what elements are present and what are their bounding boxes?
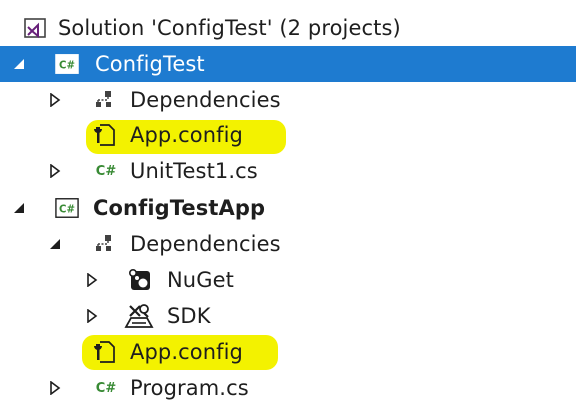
- csharp-file-icon: C#: [92, 376, 120, 400]
- dependencies-icon: [92, 88, 116, 112]
- dependencies-label: Dependencies: [130, 232, 281, 256]
- project-name: ConfigTest: [95, 52, 205, 76]
- csharp-file-icon: C#: [92, 159, 120, 183]
- solution-node[interactable]: Solution 'ConfigTest' (2 projects): [0, 10, 576, 46]
- solution-label: Solution 'ConfigTest' (2 projects): [58, 16, 401, 40]
- dependencies-label: Dependencies: [130, 88, 281, 112]
- sdk-icon: [124, 304, 154, 328]
- nuget-icon: [128, 268, 152, 292]
- csharp-file-icon-glyph: C#: [95, 380, 117, 396]
- unittest-file-node[interactable]: C# UnitTest1.cs: [0, 153, 576, 189]
- csharp-project-icon-badge: C#: [59, 205, 75, 216]
- visual-studio-solution-icon: [23, 16, 47, 40]
- solution-explorer-tree: Solution 'ConfigTest' (2 projects) C# Co…: [0, 0, 576, 416]
- project-node-configtest[interactable]: C# ConfigTest: [0, 46, 576, 82]
- program-file-node[interactable]: C# Program.cs: [0, 370, 576, 406]
- nuget-node[interactable]: NuGet: [0, 262, 576, 298]
- unittest-label: UnitTest1.cs: [130, 159, 258, 183]
- sdk-label: SDK: [167, 304, 211, 328]
- collapsed-arrow-icon[interactable]: [46, 379, 64, 397]
- collapsed-arrow-icon[interactable]: [46, 91, 64, 109]
- collapsed-arrow-icon[interactable]: [46, 162, 64, 180]
- app-config-node[interactable]: App.config: [0, 117, 576, 154]
- csharp-project-icon: C#: [55, 52, 79, 76]
- expanded-arrow-icon[interactable]: [10, 199, 28, 217]
- sdk-node[interactable]: SDK: [0, 298, 576, 334]
- project-name: ConfigTestApp: [93, 196, 266, 220]
- config-file-icon: [92, 123, 116, 147]
- csharp-project-icon-badge: C#: [59, 61, 75, 72]
- project-node-configtestapp[interactable]: C# ConfigTestApp: [0, 190, 576, 226]
- program-label: Program.cs: [130, 376, 249, 400]
- collapsed-arrow-icon[interactable]: [83, 271, 101, 289]
- expanded-arrow-icon[interactable]: [10, 55, 28, 73]
- csharp-project-icon: C#: [55, 196, 79, 220]
- app-config-label: App.config: [130, 340, 243, 364]
- dependencies-icon: [92, 232, 116, 256]
- collapsed-arrow-icon[interactable]: [83, 307, 101, 325]
- config-file-icon: [92, 340, 116, 364]
- dependencies-node[interactable]: Dependencies: [0, 226, 576, 262]
- app-config-node[interactable]: App.config: [0, 334, 576, 370]
- expanded-arrow-icon[interactable]: [46, 235, 64, 253]
- app-config-label: App.config: [130, 123, 243, 147]
- dependencies-node[interactable]: Dependencies: [0, 82, 576, 118]
- csharp-file-icon-glyph: C#: [95, 163, 117, 179]
- nuget-label: NuGet: [167, 268, 234, 292]
